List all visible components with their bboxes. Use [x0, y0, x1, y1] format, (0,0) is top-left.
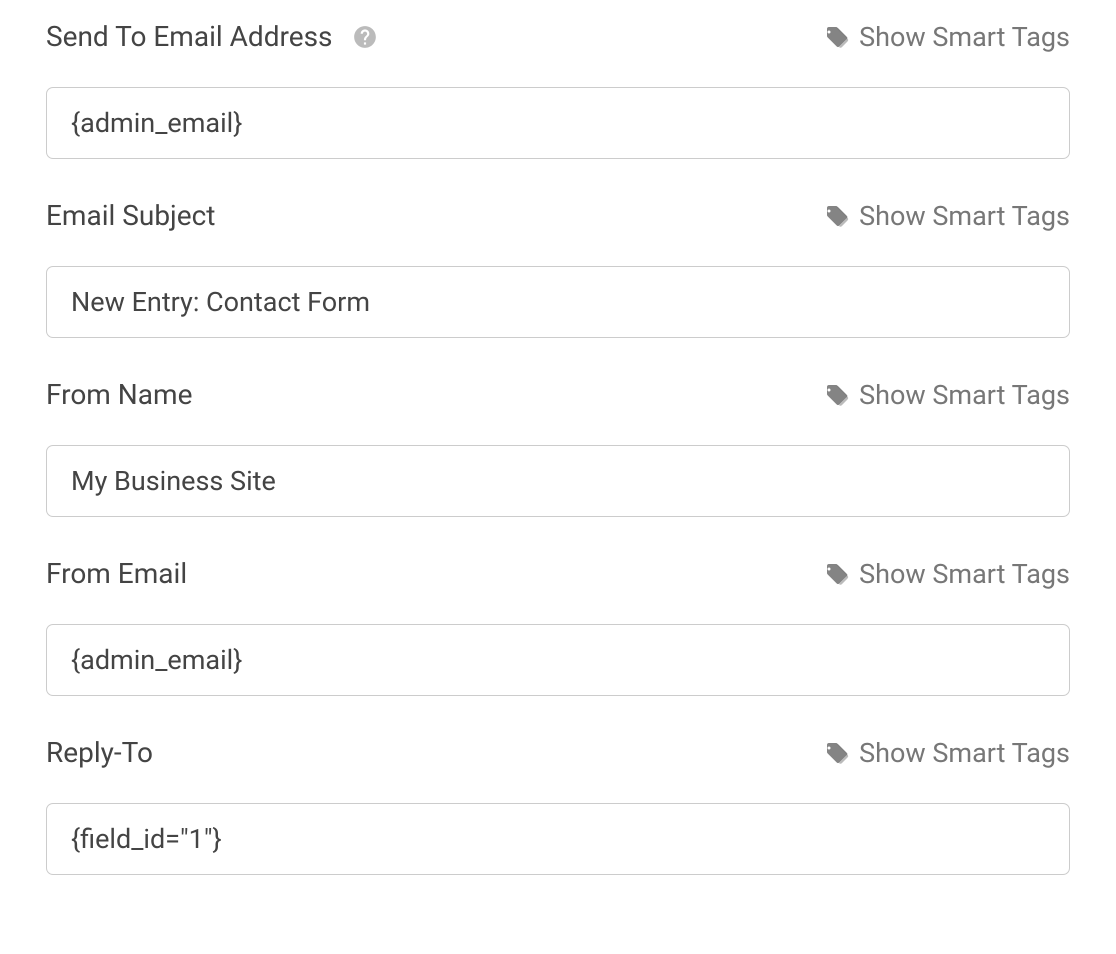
smart-tags-label: Show Smart Tags — [859, 737, 1070, 769]
field-label-wrap: From Email — [46, 557, 187, 590]
show-smart-tags-link[interactable]: Show Smart Tags — [825, 737, 1070, 769]
field-header: From Name Show Smart Tags — [46, 378, 1070, 411]
smart-tags-label: Show Smart Tags — [859, 558, 1070, 590]
smart-tags-label: Show Smart Tags — [859, 200, 1070, 232]
field-from-name: From Name Show Smart Tags — [46, 378, 1070, 517]
send-to-input[interactable] — [46, 87, 1070, 159]
from-email-input[interactable] — [46, 624, 1070, 696]
subject-input[interactable] — [46, 266, 1070, 338]
field-label-wrap: Email Subject — [46, 199, 215, 232]
from-name-label: From Name — [46, 378, 192, 411]
show-smart-tags-link[interactable]: Show Smart Tags — [825, 379, 1070, 411]
from-name-input[interactable] — [46, 445, 1070, 517]
tag-icon — [825, 204, 849, 228]
smart-tags-label: Show Smart Tags — [859, 21, 1070, 53]
field-header: Email Subject Show Smart Tags — [46, 199, 1070, 232]
subject-label: Email Subject — [46, 199, 215, 232]
smart-tags-label: Show Smart Tags — [859, 379, 1070, 411]
field-label-wrap: From Name — [46, 378, 192, 411]
field-reply-to: Reply-To Show Smart Tags — [46, 736, 1070, 875]
show-smart-tags-link[interactable]: Show Smart Tags — [825, 200, 1070, 232]
reply-to-input[interactable] — [46, 803, 1070, 875]
reply-to-label: Reply-To — [46, 736, 153, 769]
send-to-label: Send To Email Address — [46, 20, 332, 53]
tag-icon — [825, 741, 849, 765]
field-label-wrap: Send To Email Address — [46, 20, 378, 53]
from-email-label: From Email — [46, 557, 187, 590]
tag-icon — [825, 25, 849, 49]
help-icon[interactable] — [352, 24, 378, 50]
field-subject: Email Subject Show Smart Tags — [46, 199, 1070, 338]
field-header: From Email Show Smart Tags — [46, 557, 1070, 590]
field-send-to: Send To Email Address Show Smart Tags — [46, 20, 1070, 159]
field-header: Send To Email Address Show Smart Tags — [46, 20, 1070, 53]
field-header: Reply-To Show Smart Tags — [46, 736, 1070, 769]
show-smart-tags-link[interactable]: Show Smart Tags — [825, 558, 1070, 590]
tag-icon — [825, 562, 849, 586]
field-from-email: From Email Show Smart Tags — [46, 557, 1070, 696]
tag-icon — [825, 383, 849, 407]
show-smart-tags-link[interactable]: Show Smart Tags — [825, 21, 1070, 53]
field-label-wrap: Reply-To — [46, 736, 153, 769]
